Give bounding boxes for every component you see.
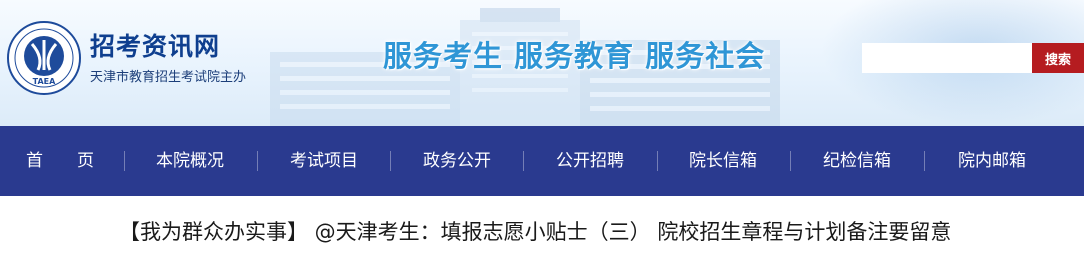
nav-item-exams[interactable]: 考试项目: [272, 126, 376, 196]
search-button[interactable]: 搜索: [1032, 43, 1084, 73]
nav-separator: [124, 151, 125, 171]
nav-item-discipline-mailbox[interactable]: 纪检信箱: [805, 126, 909, 196]
nav-separator: [790, 151, 791, 171]
nav-separator: [390, 151, 391, 171]
site-header: TAEA 招考资讯网 天津市教育招生考试院主办 服务考生 服务教育 服务社会 搜…: [0, 0, 1084, 126]
nav-item-about[interactable]: 本院概况: [138, 126, 242, 196]
nav-separator: [924, 151, 925, 171]
page: TAEA 招考资讯网 天津市教育招生考试院主办 服务考生 服务教育 服务社会 搜…: [0, 0, 1084, 265]
svg-text:TAEA: TAEA: [33, 77, 56, 86]
nav-separator: [257, 151, 258, 171]
site-name[interactable]: 招考资讯网: [90, 27, 220, 63]
article-title: 【我为群众办实事】 @天津考生：填报志愿小贴士（三） 院校招生章程与计划备注要留…: [119, 220, 952, 244]
nav-separator: [523, 151, 524, 171]
header-slogan: 服务考生 服务教育 服务社会: [383, 39, 766, 73]
site-organization: 天津市教育招生考试院主办: [90, 70, 247, 85]
nav-item-home[interactable]: 首 页: [8, 126, 112, 196]
taea-logo-icon[interactable]: TAEA: [6, 20, 82, 96]
nav-item-public-affairs[interactable]: 政务公开: [405, 126, 509, 196]
search-input[interactable]: [862, 43, 1032, 73]
nav-item-recruitment[interactable]: 公开招聘: [538, 126, 642, 196]
nav-item-internal-mail[interactable]: 院内邮箱: [940, 126, 1044, 196]
nav-separator: [657, 151, 658, 171]
nav-item-president-mailbox[interactable]: 院长信箱: [671, 126, 775, 196]
main-nav: 首 页 本院概况 考试项目 政务公开 公开招聘 院长信箱 纪检信箱 院内邮箱: [0, 126, 1084, 196]
